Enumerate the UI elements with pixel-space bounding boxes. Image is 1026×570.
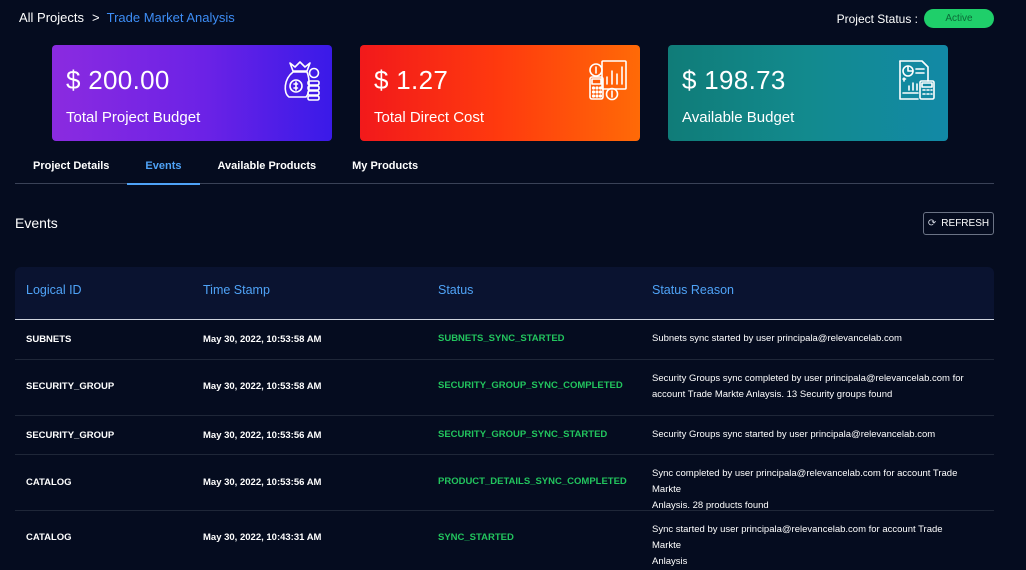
cell-status-reason: Security Groups sync completed by user p… [652, 371, 972, 403]
breadcrumb-current-project: Trade Market Analysis [106, 10, 235, 25]
refresh-button[interactable]: ⟳ REFRESH [923, 212, 994, 235]
cell-timestamp: May 30, 2022, 10:43:31 AM [203, 532, 322, 543]
chevron-right-icon: > [92, 10, 100, 25]
breadcrumb-all-projects[interactable]: All Projects [19, 10, 84, 25]
tab-available-products[interactable]: Available Products [200, 155, 335, 184]
table-header: Logical ID Time Stamp Status Status Reas… [15, 267, 994, 320]
column-header-time-stamp[interactable]: Time Stamp [203, 283, 270, 297]
breadcrumb: All Projects > Trade Market Analysis [19, 10, 235, 25]
reason-line: Security Groups sync completed by user p… [652, 373, 964, 384]
card-amount: $ 198.73 [682, 65, 786, 95]
table-row: CATALOG May 30, 2022, 10:43:31 AM SYNC_S… [15, 511, 994, 567]
card-total-project-budget: $ 200.00 Total Project Budget [52, 45, 332, 141]
reason-line: Sync completed by user principala@releva… [652, 468, 958, 495]
table-row: SECURITY_GROUP May 30, 2022, 10:53:58 AM… [15, 360, 994, 416]
refresh-icon: ⟳ [927, 218, 937, 229]
card-amount: $ 200.00 [66, 65, 170, 95]
cell-timestamp: May 30, 2022, 10:53:56 AM [203, 477, 322, 488]
cell-logical-id: SECURITY_GROUP [26, 381, 115, 392]
cell-status-reason: Security Groups sync started by user pri… [652, 427, 972, 443]
column-header-status[interactable]: Status [438, 283, 473, 297]
project-tabs: Project Details Events Available Product… [15, 155, 994, 185]
cell-status: SECURITY_GROUP_SYNC_COMPLETED [438, 380, 623, 391]
project-status: Project Status : Active [837, 9, 994, 28]
card-caption: Total Project Budget [66, 109, 201, 126]
column-header-logical-id[interactable]: Logical ID [26, 283, 82, 297]
cost-calculator-icon [589, 60, 627, 101]
cell-status-reason: Sync started by user principala@relevanc… [652, 522, 972, 570]
cell-status: SECURITY_GROUP_SYNC_STARTED [438, 429, 608, 440]
table-row: SECURITY_GROUP May 30, 2022, 10:53:56 AM… [15, 416, 994, 455]
cell-logical-id: SECURITY_GROUP [26, 430, 115, 441]
reason-line: Security Groups sync started by user pri… [652, 429, 936, 440]
table-row: CATALOG May 30, 2022, 10:53:56 AM PRODUC… [15, 455, 994, 511]
card-available-budget: $ 198.73 Available Budget [668, 45, 948, 141]
project-status-label: Project Status : [836, 11, 918, 26]
cell-status: SUBNETS_SYNC_STARTED [438, 333, 565, 344]
budget-report-icon [899, 60, 935, 100]
cell-logical-id: CATALOG [26, 532, 72, 543]
column-header-status-reason[interactable]: Status Reason [652, 283, 734, 297]
reason-line: account Trade Markte Anlaysis. 13 Securi… [652, 389, 893, 400]
cell-timestamp: May 30, 2022, 10:53:58 AM [203, 381, 322, 392]
events-table: Logical ID Time Stamp Status Status Reas… [15, 267, 994, 567]
cell-logical-id: SUBNETS [26, 334, 72, 345]
card-caption: Total Direct Cost [374, 109, 485, 126]
tab-events[interactable]: Events [127, 155, 200, 185]
reason-line: Sync started by user principala@relevanc… [652, 524, 943, 551]
cell-logical-id: CATALOG [26, 477, 72, 488]
money-bag-icon [284, 61, 320, 101]
card-amount: $ 1.27 [374, 65, 449, 95]
reason-line: Subnets sync started by user principala@… [652, 333, 902, 344]
cell-status: PRODUCT_DETAILS_SYNC_COMPLETED [438, 476, 627, 487]
refresh-label: REFRESH [941, 218, 990, 229]
status-badge: Active [924, 9, 994, 28]
cell-status-reason: Sync completed by user principala@releva… [652, 466, 972, 514]
cell-timestamp: May 30, 2022, 10:53:58 AM [203, 334, 322, 345]
cell-timestamp: May 30, 2022, 10:53:56 AM [203, 430, 322, 441]
tab-project-details[interactable]: Project Details [15, 155, 127, 184]
cell-status-reason: Subnets sync started by user principala@… [652, 331, 972, 347]
tab-my-products[interactable]: My Products [334, 155, 436, 184]
events-title: Events [15, 215, 58, 231]
card-total-direct-cost: $ 1.27 Total Direct Cost [360, 45, 640, 141]
reason-line: Anlaysis [652, 556, 688, 567]
card-caption: Available Budget [682, 109, 795, 126]
cell-status: SYNC_STARTED [438, 532, 514, 543]
table-row: SUBNETS May 30, 2022, 10:53:58 AM SUBNET… [15, 320, 994, 360]
